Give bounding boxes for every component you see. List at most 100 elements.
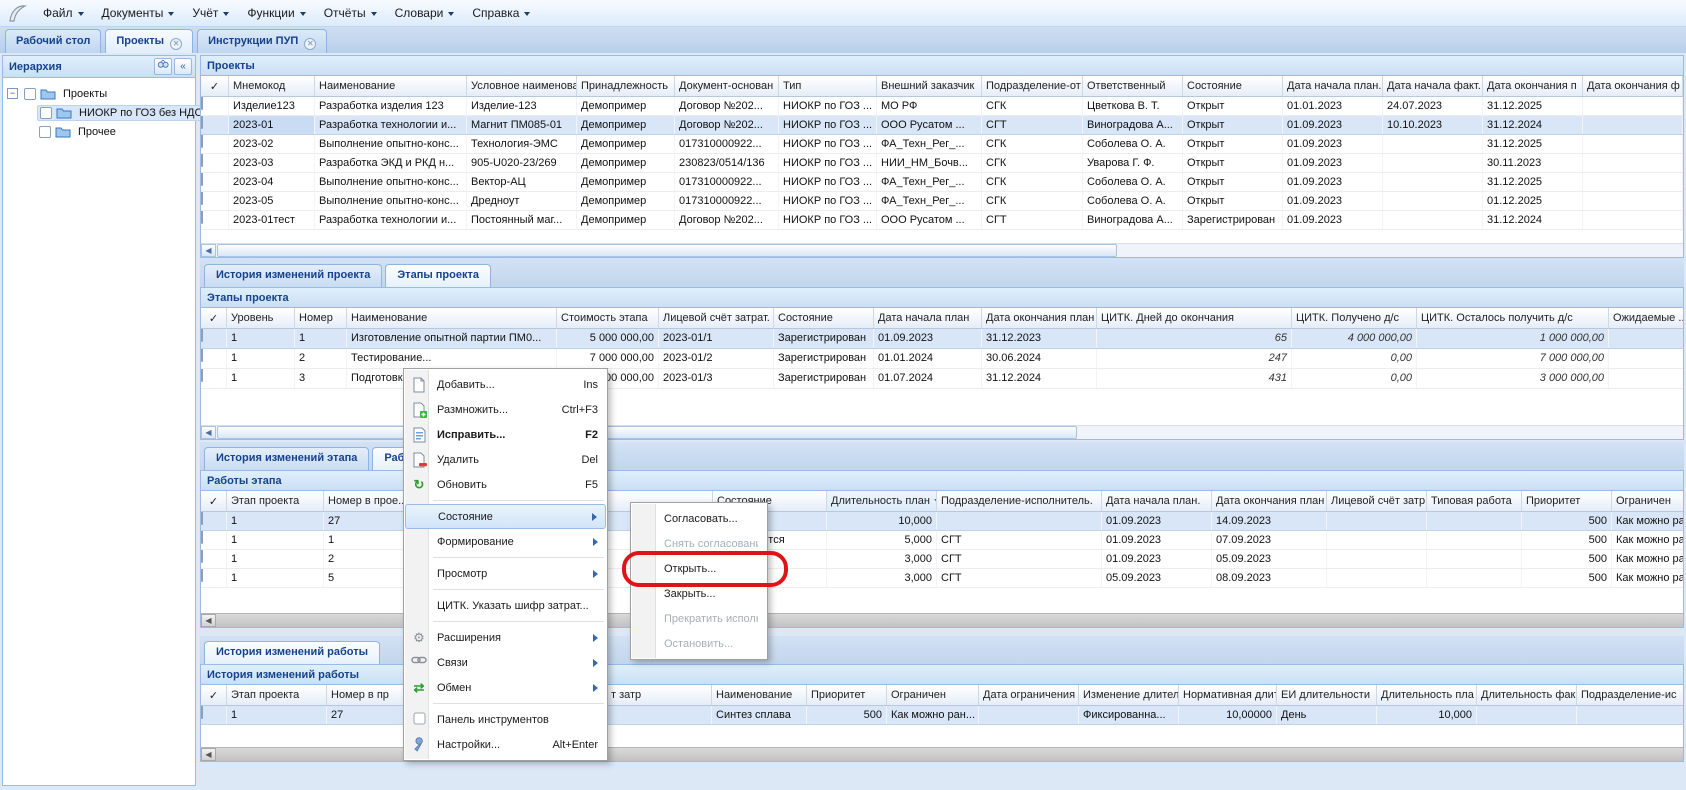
select-all-header[interactable]: ✓ (201, 76, 229, 96)
table-row[interactable]: Изделие123Разработка изделия 123Изделие-… (201, 97, 1683, 116)
checkbox[interactable] (201, 512, 203, 525)
top-tab[interactable]: Инструкции ПУП✕ (197, 29, 327, 53)
menu-item[interactable]: Настройки...Alt+Enter (405, 732, 606, 757)
table-row[interactable]: 2023-05Выполнение опытно-конс...Дредноут… (201, 192, 1683, 211)
menu-item[interactable]: ⇄Обмен (405, 675, 606, 700)
checkbox[interactable] (201, 116, 203, 129)
select-all-header[interactable]: ✓ (201, 685, 227, 705)
column-header[interactable]: Дата окончания п (1483, 76, 1583, 96)
top-tab[interactable]: Рабочий стол (5, 29, 101, 53)
column-header[interactable]: Дата начала план. (1283, 76, 1383, 96)
tree-checkbox[interactable] (40, 107, 52, 119)
checkbox[interactable] (201, 550, 203, 563)
row-checkbox-cell[interactable] (201, 512, 227, 530)
menu-item[interactable]: Размножить...Ctrl+F3 (405, 397, 606, 422)
column-header[interactable]: Дата ограничения (979, 685, 1079, 705)
menu-item[interactable]: Панель инструментов (405, 707, 606, 732)
checkbox[interactable] (201, 569, 203, 582)
column-header[interactable]: Лицевой счёт затр (1327, 491, 1427, 511)
row-checkbox-cell[interactable] (201, 116, 229, 134)
column-header[interactable]: ЕИ длительности (1277, 685, 1377, 705)
checkbox[interactable] (201, 706, 203, 719)
column-header[interactable]: Ограничен (887, 685, 979, 705)
checkbox[interactable] (201, 369, 203, 382)
row-checkbox-cell[interactable] (201, 135, 229, 153)
column-header[interactable]: Этап проекта (227, 491, 324, 511)
select-all-header[interactable]: ✓ (201, 491, 227, 511)
column-header[interactable]: Типовая работа (1427, 491, 1522, 511)
column-header[interactable]: ЦИТК. Дней до окончания (1097, 308, 1292, 328)
column-header[interactable]: Подразделение-от (982, 76, 1083, 96)
menubar-item[interactable]: Функции (238, 2, 314, 24)
table-row[interactable]: 2023-02Выполнение опытно-конс...Технолог… (201, 135, 1683, 154)
column-header[interactable]: Принадлежность (577, 76, 675, 96)
tree-checkbox[interactable] (24, 88, 36, 100)
tree-checkbox[interactable] (39, 126, 51, 138)
column-header[interactable]: Ожидаемые ... (1609, 308, 1684, 328)
column-header[interactable]: Дата начала факт. (1383, 76, 1483, 96)
select-all-header[interactable]: ✓ (201, 308, 227, 328)
search-icon[interactable] (154, 58, 172, 75)
tree-item[interactable]: −Проекты (7, 84, 193, 103)
close-icon[interactable]: ✕ (304, 38, 316, 50)
menubar-item[interactable]: Отчёты (315, 2, 386, 24)
column-header[interactable]: Тип (779, 76, 877, 96)
close-icon[interactable]: ✕ (170, 38, 182, 50)
column-header[interactable]: Изменение длител (1079, 685, 1179, 705)
table-row[interactable]: 2023-03Разработка ЭКД и РКД н...905-U020… (201, 154, 1683, 173)
row-checkbox-cell[interactable] (201, 329, 227, 348)
checkbox[interactable] (201, 349, 203, 362)
column-header[interactable]: Условное наименова (467, 76, 577, 96)
table-row[interactable]: 2023-01Разработка технологии и...Магнит … (201, 116, 1683, 135)
checkbox[interactable] (201, 192, 203, 205)
column-header[interactable]: Наименование (315, 76, 467, 96)
row-checkbox-cell[interactable] (201, 349, 227, 368)
row-checkbox-cell[interactable] (201, 192, 229, 210)
checkbox[interactable] (201, 173, 203, 186)
section-tab[interactable]: История изменений этапа (204, 447, 369, 470)
column-header[interactable]: т затр (607, 685, 712, 705)
tree-item[interactable]: Прочее (7, 122, 193, 141)
menu-item[interactable]: Состояние (405, 504, 606, 529)
row-checkbox-cell[interactable] (201, 569, 227, 587)
menu-item[interactable]: ↻ОбновитьF5 (405, 472, 606, 497)
column-header[interactable]: Номер (295, 308, 347, 328)
row-checkbox-cell[interactable] (201, 369, 227, 388)
column-header[interactable]: Дата окончания план (982, 308, 1097, 328)
column-header[interactable]: ЦИТК. Получено д/с (1292, 308, 1417, 328)
column-header[interactable]: Наименование (347, 308, 557, 328)
column-header[interactable]: Уровень (227, 308, 295, 328)
menu-item[interactable]: Просмотр (405, 561, 606, 586)
projects-hscrollbar[interactable]: ◀ (201, 243, 1683, 257)
menubar-item[interactable]: Словари (386, 2, 464, 24)
tree-item[interactable]: НИОКР по ГОЗ без НДС (7, 103, 193, 122)
column-header[interactable]: Внешний заказчик (877, 76, 982, 96)
row-checkbox-cell[interactable] (201, 97, 229, 115)
row-checkbox-cell[interactable] (201, 211, 229, 229)
table-row[interactable]: 2023-04Выполнение опытно-конс...Вектор-А… (201, 173, 1683, 192)
column-header[interactable]: Лицевой счёт затрат. (659, 308, 774, 328)
column-header[interactable]: Ответственный (1083, 76, 1183, 96)
collapse-icon[interactable]: « (174, 58, 192, 75)
column-header[interactable]: Наименование (712, 685, 807, 705)
menubar-item[interactable]: Файл (34, 2, 93, 24)
menu-item[interactable]: Формирование (405, 529, 606, 554)
menubar-item[interactable]: Документы (93, 2, 184, 24)
menu-item[interactable]: Согласовать... (632, 506, 766, 531)
column-header[interactable]: Дата окончания план (1212, 491, 1327, 511)
column-header[interactable]: Нормативная длит (1179, 685, 1277, 705)
column-header[interactable]: Дата начала план (874, 308, 982, 328)
row-checkbox-cell[interactable] (201, 550, 227, 568)
column-header[interactable]: Стоимость этапа (557, 308, 659, 328)
checkbox[interactable] (201, 531, 203, 544)
menu-item[interactable]: Исправить...F2 (405, 422, 606, 447)
column-header[interactable]: Длительность пла (1377, 685, 1477, 705)
column-header[interactable]: Дата окончания ф (1583, 76, 1683, 96)
menu-item[interactable]: УдалитьDel (405, 447, 606, 472)
checkbox[interactable] (201, 97, 203, 110)
column-header[interactable]: Подразделение-ис (1577, 685, 1684, 705)
row-checkbox-cell[interactable] (201, 706, 227, 724)
tree-expander-icon[interactable]: − (7, 88, 18, 99)
column-header[interactable]: Приоритет (1522, 491, 1612, 511)
menubar-item[interactable]: Учёт (183, 2, 238, 24)
